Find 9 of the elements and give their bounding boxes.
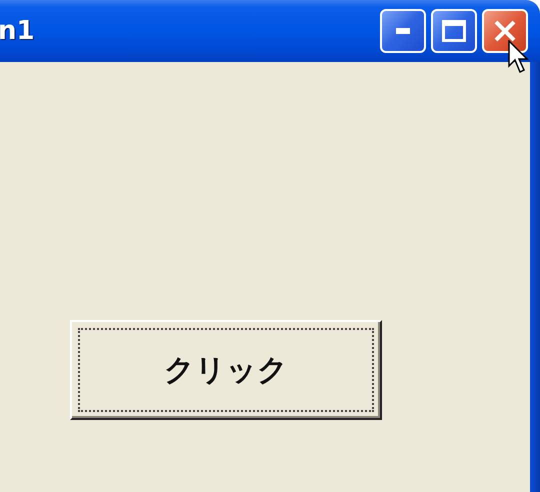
window-title: n1 — [0, 16, 35, 46]
close-button[interactable] — [482, 9, 528, 53]
close-icon — [493, 19, 517, 43]
minimize-icon — [396, 28, 410, 34]
maximize-icon — [442, 20, 466, 42]
minimize-button[interactable] — [380, 9, 426, 53]
maximize-button[interactable] — [431, 9, 477, 53]
click-button[interactable]: クリック — [70, 320, 382, 420]
mouse-pointer-icon — [508, 40, 530, 74]
